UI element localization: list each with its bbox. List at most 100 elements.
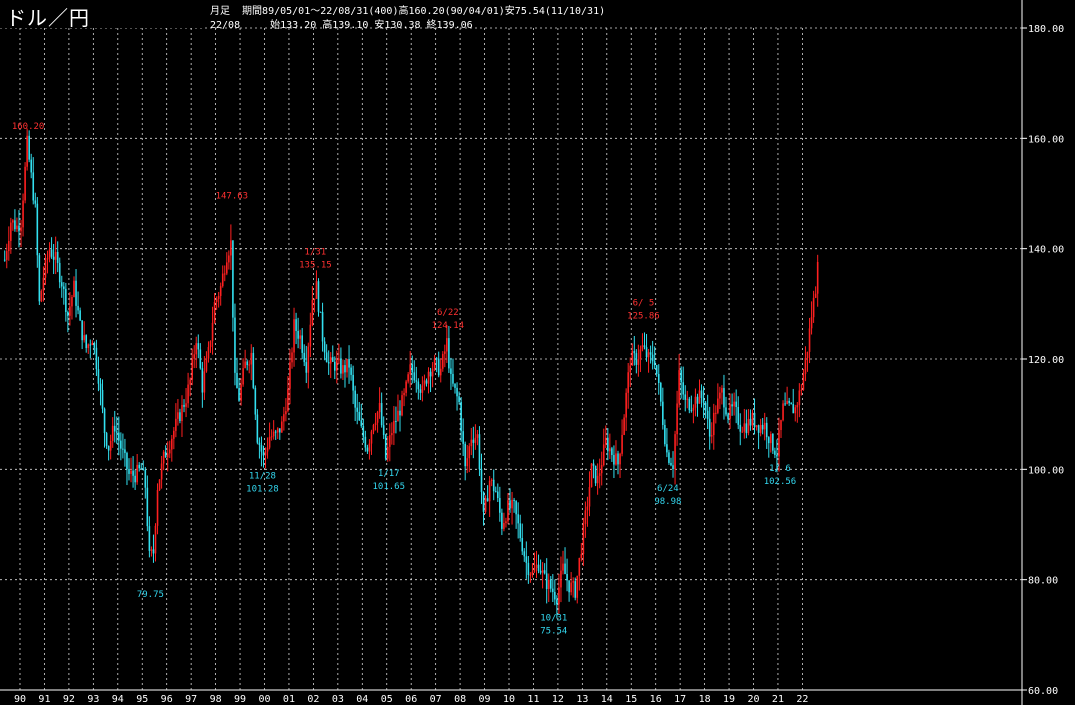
candle-body <box>319 311 322 313</box>
high-annotation: 124.14 <box>432 321 465 331</box>
chart-title: ドル／円 <box>6 6 90 30</box>
candle-body <box>578 558 581 576</box>
x-axis: 90 91 92 93 94 95 96 97 98 99 00 01 02 03 04 05 06 07 08 09… <box>14 694 808 705</box>
candle-body <box>378 403 381 413</box>
candle-body <box>486 498 489 502</box>
candle-body <box>715 412 717 414</box>
candle-body <box>260 445 263 452</box>
candle-body <box>295 319 297 331</box>
candle-body <box>303 352 306 363</box>
candle-body <box>739 424 742 432</box>
candle-body <box>87 344 90 349</box>
candle-body <box>219 286 222 296</box>
high-annotation: 6/ 5 <box>633 299 655 309</box>
candle-body <box>816 261 819 294</box>
candle-body <box>309 324 312 347</box>
candle-body <box>407 374 409 382</box>
candle-body <box>725 407 727 415</box>
candle-body <box>368 443 371 452</box>
candle-body <box>435 358 438 360</box>
candle-body <box>327 362 330 364</box>
candle-body <box>800 389 803 391</box>
low-annotation: 10/31 <box>540 613 567 623</box>
low-annotation: 1/17 <box>378 469 400 479</box>
candle-body <box>478 434 481 470</box>
candle-body <box>535 564 538 569</box>
candle-body <box>297 330 299 339</box>
candle-body <box>16 225 18 230</box>
candle-body <box>152 549 155 554</box>
candle-body <box>189 379 191 385</box>
candle-body <box>492 479 495 492</box>
candle-body <box>226 262 228 274</box>
candle-body <box>301 335 303 353</box>
candle-body <box>523 551 526 557</box>
candle-body <box>250 352 253 365</box>
candle-body <box>48 249 51 258</box>
candle-body <box>417 381 420 390</box>
candle-body <box>480 469 483 492</box>
low-annotation: 101.28 <box>246 484 279 494</box>
candle-body <box>441 353 444 369</box>
candle-body <box>138 464 140 469</box>
candle-body <box>136 464 138 483</box>
candle-body <box>395 421 397 423</box>
candle-body <box>568 580 570 593</box>
candle-body <box>488 480 491 502</box>
candle-body <box>470 439 473 447</box>
candle-body <box>77 305 79 311</box>
candle-body <box>533 568 536 572</box>
candle-body <box>753 412 756 428</box>
x-tick-label: 04 <box>356 694 368 705</box>
candle-body <box>802 373 805 390</box>
candle-body <box>607 437 609 452</box>
candle-body <box>401 395 403 416</box>
candle-body <box>452 373 454 384</box>
candle-body <box>307 346 310 373</box>
y-axis: 60.00 80.00 100.00 120.00 140.00 160.00 180.00 <box>1022 24 1064 697</box>
candle-body <box>71 296 73 307</box>
candle-body <box>515 501 517 515</box>
x-tick-label: 93 <box>87 694 99 705</box>
y-tick-label: 180.00 <box>1028 24 1064 35</box>
candle-body <box>120 440 122 449</box>
candle-body <box>389 435 391 447</box>
candle-body <box>625 392 627 418</box>
candle-body <box>313 298 316 301</box>
candle-body <box>619 453 621 465</box>
candle-body <box>431 368 434 377</box>
candle-body <box>439 368 442 376</box>
candle-body <box>672 465 674 470</box>
candle-body <box>89 344 92 346</box>
candle-body <box>456 387 458 397</box>
candle-body <box>448 338 450 369</box>
candle-body <box>213 301 216 323</box>
candle-body <box>586 506 589 511</box>
candle-body <box>91 342 94 346</box>
candle-body <box>659 382 662 402</box>
high-annotation: 135.15 <box>299 260 332 270</box>
candle-body <box>344 365 346 373</box>
candle-body <box>755 425 758 428</box>
low-annotation: 75.54 <box>540 626 567 636</box>
candle-body <box>814 293 817 298</box>
candle-body <box>177 412 179 419</box>
candle-body <box>372 425 375 432</box>
candle-body <box>541 570 544 573</box>
x-tick-label: 05 <box>381 694 393 705</box>
candle-body <box>806 351 809 359</box>
x-tick-label: 14 <box>601 694 613 705</box>
candle-body <box>364 436 367 448</box>
candle-body <box>545 573 548 590</box>
candle-body <box>264 451 267 456</box>
candle-body <box>148 526 151 551</box>
candle-body <box>46 257 49 260</box>
candle-body <box>765 422 768 438</box>
candle-body <box>40 290 43 302</box>
candle-body <box>684 394 687 400</box>
candle-body <box>723 388 725 408</box>
candle-body <box>537 564 540 571</box>
candle-body <box>126 452 128 469</box>
candle-body <box>761 424 764 430</box>
x-tick-label: 12 <box>552 694 564 705</box>
